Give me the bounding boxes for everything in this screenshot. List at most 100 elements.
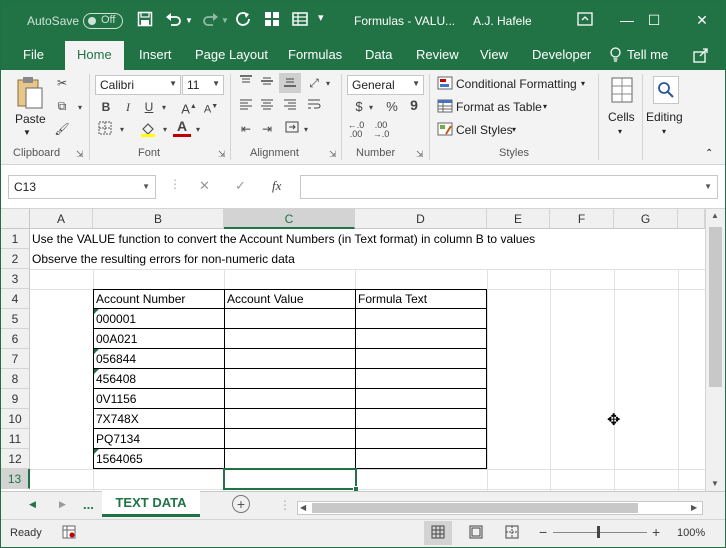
tab-data[interactable]: Data [365, 47, 392, 62]
column-header-d[interactable]: D [355, 209, 487, 229]
cell-b10[interactable]: 7X748X [94, 409, 139, 429]
conditional-formatting-button[interactable]: Conditional Formatting [456, 77, 577, 91]
cells-label[interactable]: Cells [608, 110, 635, 124]
normal-view-icon[interactable] [424, 521, 452, 545]
tab-insert[interactable]: Insert [139, 47, 172, 62]
column-header-e[interactable]: E [487, 209, 550, 229]
formula-input[interactable]: ▼ [300, 175, 718, 199]
horizontal-scrollbar[interactable]: ◀ ▶ [297, 501, 703, 515]
alignment-launcher-icon[interactable]: ⇲ [329, 149, 337, 160]
fill-dropdown-icon[interactable]: ▾ [156, 122, 174, 138]
sheet-tab-text-data[interactable]: TEXT DATA [102, 491, 200, 517]
add-sheet-icon[interactable]: + [232, 495, 250, 513]
percent-button[interactable]: % [383, 99, 401, 115]
error-indicator-icon[interactable] [94, 349, 99, 354]
align-top-icon[interactable] [237, 75, 255, 91]
more-sheets-button[interactable]: ... [83, 497, 94, 512]
column-header-a[interactable]: A [30, 209, 93, 229]
number-format-combo[interactable]: General ▼ [347, 75, 424, 95]
insert-function-icon[interactable]: fx [272, 178, 281, 194]
paste-icon[interactable] [14, 76, 44, 113]
orientation-dropdown-icon[interactable]: ▾ [319, 76, 337, 92]
paste-label[interactable]: Paste [15, 112, 46, 126]
row-header[interactable]: 13 [1, 469, 30, 489]
row-header[interactable]: 8 [1, 369, 30, 389]
cancel-entry-icon[interactable]: ✕ [199, 178, 210, 194]
align-middle-icon[interactable] [258, 75, 276, 91]
search-icon[interactable] [653, 76, 679, 104]
error-indicator-icon[interactable] [94, 369, 99, 374]
increase-indent-icon[interactable]: ⇥ [258, 121, 276, 137]
currency-dropdown-icon[interactable]: ▾ [362, 100, 380, 116]
scroll-down-icon[interactable]: ▼ [711, 479, 719, 488]
selected-cell-c13[interactable] [223, 468, 359, 491]
cell-b5[interactable]: 000001 [94, 309, 136, 329]
form-icon[interactable] [264, 11, 280, 31]
format-painter-icon[interactable]: 🖌 [53, 121, 71, 137]
column-header-b[interactable]: B [93, 209, 224, 229]
customize-toolbar-icon[interactable]: ▾ [318, 11, 324, 24]
align-right-icon[interactable] [281, 98, 299, 114]
increase-decimal-icon[interactable]: ←.0.00 [347, 121, 365, 139]
borders-dropdown-icon[interactable]: ▾ [113, 122, 131, 138]
maximize-icon[interactable]: ☐ [641, 9, 667, 31]
italic-button[interactable]: I [119, 99, 137, 115]
redo-dropdown-icon[interactable]: ▼ [221, 16, 229, 25]
refresh-icon[interactable] [235, 11, 251, 31]
editing-dropdown-icon[interactable]: ▾ [662, 127, 666, 136]
tab-view[interactable]: View [480, 47, 508, 62]
share-icon[interactable] [693, 47, 709, 66]
tab-review[interactable]: Review [416, 47, 459, 62]
redo-icon[interactable] [201, 11, 219, 31]
select-all-corner[interactable] [1, 209, 30, 229]
error-indicator-icon[interactable] [94, 449, 99, 454]
macro-recording-icon[interactable] [62, 525, 76, 542]
row-header[interactable]: 3 [1, 269, 30, 289]
row-header[interactable]: 11 [1, 429, 30, 449]
fill-color-icon[interactable] [139, 121, 157, 137]
tab-tell-me[interactable]: Tell me [627, 47, 668, 62]
next-sheet-icon[interactable]: ▶ [59, 499, 66, 510]
collapse-ribbon-icon[interactable]: ⌃ [705, 148, 713, 159]
font-size-combo[interactable]: 11 ▼ [182, 75, 224, 95]
table-header-account-value[interactable]: Account Value [225, 289, 304, 309]
vertical-scrollbar[interactable]: ▲ ▼ [705, 209, 725, 491]
close-icon[interactable]: ✕ [689, 9, 715, 31]
ribbon-display-icon[interactable] [577, 11, 593, 31]
expand-formula-icon[interactable]: ▼ [704, 182, 712, 191]
copy-icon[interactable]: ⧉ [53, 98, 71, 114]
vertical-scroll-thumb[interactable] [709, 227, 722, 387]
format-as-table-button[interactable]: Format as Table [456, 100, 542, 114]
spreadsheet-grid[interactable]: A B C D E F G 1 2 3 4 5 6 7 8 9 10 11 12… [1, 209, 725, 491]
underline-dropdown-icon[interactable]: ▾ [155, 100, 173, 116]
scroll-right-icon[interactable]: ▶ [691, 503, 697, 512]
borders-icon[interactable] [96, 121, 114, 137]
user-name[interactable]: A.J. Hafele [473, 14, 532, 28]
cell-styles-dropdown-icon[interactable]: ▾ [512, 125, 516, 134]
clipboard-launcher-icon[interactable]: ⇲ [76, 149, 84, 160]
font-color-dropdown-icon[interactable]: ▾ [189, 122, 207, 138]
scroll-up-icon[interactable]: ▲ [711, 211, 719, 220]
cell-b6[interactable]: 00A021 [94, 329, 137, 349]
cells-dropdown-icon[interactable]: ▾ [618, 127, 622, 136]
cell-styles-button[interactable]: Cell Styles [456, 123, 513, 137]
grow-font-icon[interactable]: A▲ [180, 99, 198, 116]
cell-a2[interactable]: Observe the resulting errors for non-num… [30, 249, 295, 269]
align-bottom-icon[interactable] [279, 73, 301, 93]
editing-label[interactable]: Editing [646, 110, 683, 124]
tab-page-layout[interactable]: Page Layout [195, 47, 268, 62]
row-header[interactable]: 9 [1, 389, 30, 409]
error-indicator-icon[interactable] [94, 309, 99, 314]
shrink-font-icon[interactable]: A▼ [202, 99, 220, 116]
zoom-in-icon[interactable]: + [652, 524, 660, 540]
column-header-g[interactable]: G [614, 209, 678, 229]
table-icon[interactable] [292, 11, 308, 31]
table-header-formula-text[interactable]: Formula Text [356, 289, 427, 309]
table-header-account-number[interactable]: Account Number [94, 289, 185, 309]
row-header[interactable]: 6 [1, 329, 30, 349]
tab-file[interactable]: File [23, 47, 44, 62]
row-header[interactable]: 10 [1, 409, 30, 429]
cells-icon[interactable] [610, 76, 634, 104]
align-center-icon[interactable] [258, 98, 276, 114]
cell-b9[interactable]: 0V1156 [94, 389, 136, 409]
